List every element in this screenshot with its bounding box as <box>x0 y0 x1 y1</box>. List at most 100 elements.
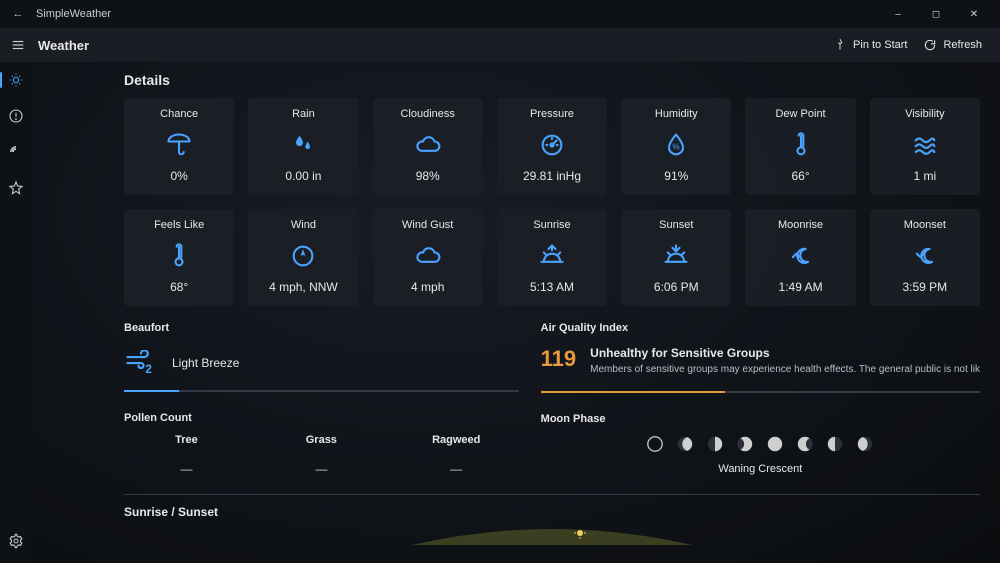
tile-value: 3:59 PM <box>902 280 947 294</box>
moonset-icon <box>911 231 939 280</box>
page-title: Weather <box>38 38 89 53</box>
humidity-icon: % <box>662 120 690 169</box>
pollen-column: Ragweed— <box>394 434 519 476</box>
sunrise-sunset-heading: Sunrise / Sunset <box>124 505 980 519</box>
moon-last-quarter-icon <box>826 435 844 453</box>
pollen-column: Grass — <box>259 434 384 476</box>
minimize-button[interactable]: – <box>880 0 916 28</box>
sidebar-item-favorites[interactable] <box>4 176 28 200</box>
sun-arc <box>124 529 980 545</box>
pollen-value: — <box>259 462 384 476</box>
aqi-card: 119 Unhealthy for Sensitive Groups Membe… <box>541 344 980 385</box>
close-button[interactable]: ✕ <box>956 0 992 28</box>
refresh-button[interactable]: Refresh <box>915 34 990 56</box>
svg-text:%: % <box>673 142 680 151</box>
tile-label: Pressure <box>530 108 574 120</box>
tile-label: Cloudiness <box>400 108 454 120</box>
tile-label: Moonrise <box>778 219 823 231</box>
pollen-value: — <box>124 462 249 476</box>
tile-value: 0.00 in <box>285 169 321 183</box>
cloud-icon <box>414 231 442 280</box>
beaufort-progress <box>124 390 519 392</box>
moon-waning-gibbous-icon <box>796 435 814 453</box>
detail-tile: Visibility 1 mi <box>870 98 980 195</box>
pin-to-start-button[interactable]: Pin to Start <box>825 34 915 56</box>
aqi-value: 119 <box>541 348 577 370</box>
tile-label: Humidity <box>655 108 698 120</box>
tile-label: Visibility <box>905 108 945 120</box>
tile-value: 1 mi <box>914 169 937 183</box>
gauge-icon <box>538 120 566 169</box>
sidebar-item-settings[interactable] <box>4 529 28 553</box>
detail-tile: Moonset 3:59 PM <box>870 209 980 306</box>
refresh-label: Refresh <box>943 39 982 51</box>
tile-value: 6:06 PM <box>654 280 699 294</box>
thermometer-icon <box>165 231 193 280</box>
tile-label: Sunset <box>659 219 693 231</box>
detail-tile: Chance 0% <box>124 98 234 195</box>
moon-new-icon <box>646 435 664 453</box>
pollen-value: — <box>394 462 519 476</box>
moon-heading: Moon Phase <box>541 413 980 425</box>
moon-waxing-gibbous-icon <box>736 435 754 453</box>
tile-value: 68° <box>170 280 188 294</box>
rain-drops-icon <box>289 120 317 169</box>
detail-tile: Wind Gust 4 mph <box>373 209 483 306</box>
hamburger-button[interactable] <box>8 38 28 52</box>
detail-tile: Feels Like 68° <box>124 209 234 306</box>
tile-value: 29.81 inHg <box>523 169 581 183</box>
detail-tile: Sunset 6:06 PM <box>621 209 731 306</box>
details-heading: Details <box>124 72 980 88</box>
tile-label: Sunrise <box>533 219 570 231</box>
moon-full-icon <box>766 435 784 453</box>
page-header: Weather Pin to Start Refresh <box>0 28 1000 62</box>
detail-tile: Humidity % 91% <box>621 98 731 195</box>
detail-tile: Cloudiness 98% <box>373 98 483 195</box>
moon-phases-row <box>541 435 980 453</box>
sidebar-item-radar[interactable] <box>4 140 28 164</box>
detail-tile: Wind 4 mph, NNW <box>248 209 358 306</box>
detail-tile: Moonrise 1:49 AM <box>745 209 855 306</box>
tile-label: Rain <box>292 108 315 120</box>
tile-value: 66° <box>791 169 809 183</box>
sunrise-icon <box>538 231 566 280</box>
tile-value: 98% <box>416 169 440 183</box>
moon-waning-crescent-icon <box>856 435 874 453</box>
umbrella-icon <box>165 120 193 169</box>
sidebar <box>0 62 32 563</box>
tile-value: 5:13 AM <box>530 280 574 294</box>
aqi-description: Members of sensitive groups may experien… <box>590 364 980 375</box>
tile-label: Wind <box>291 219 316 231</box>
sidebar-item-alerts[interactable] <box>4 104 28 128</box>
maximize-button[interactable]: ◻ <box>918 0 954 28</box>
details-tiles: Chance 0% Rain 0.00 in Cloudiness 98% Pr… <box>124 98 980 306</box>
detail-tile: Dew Point 66° <box>745 98 855 195</box>
aqi-headline: Unhealthy for Sensitive Groups <box>590 346 980 360</box>
pollen-grid: Tree—Grass—Ragweed— <box>124 434 519 476</box>
moon-first-quarter-icon <box>706 435 724 453</box>
tile-label: Chance <box>160 108 198 120</box>
tile-value: 1:49 AM <box>779 280 823 294</box>
section-divider <box>124 494 980 495</box>
pin-label: Pin to Start <box>853 39 907 51</box>
moon-waxing-crescent-icon <box>676 435 694 453</box>
pollen-label: Grass <box>259 434 384 446</box>
tile-value: 0% <box>170 169 187 183</box>
tile-label: Wind Gust <box>402 219 453 231</box>
back-button[interactable]: ← <box>8 8 28 20</box>
app-name: SimpleWeather <box>36 8 111 20</box>
detail-tile: Sunrise 5:13 AM <box>497 209 607 306</box>
waves-icon <box>911 120 939 169</box>
svg-text:2: 2 <box>145 362 152 376</box>
detail-tile: Rain 0.00 in <box>248 98 358 195</box>
pollen-column: Tree— <box>124 434 249 476</box>
moonrise-icon <box>787 231 815 280</box>
detail-tile: Pressure 29.81 inHg <box>497 98 607 195</box>
tile-value: 4 mph <box>411 280 444 294</box>
beaufort-heading: Beaufort <box>124 322 519 334</box>
cloud-icon <box>414 120 442 169</box>
sidebar-item-weather[interactable] <box>4 68 28 92</box>
tile-label: Feels Like <box>154 219 204 231</box>
beaufort-label: Light Breeze <box>172 356 239 370</box>
moon-phase-label: Waning Crescent <box>541 463 980 475</box>
